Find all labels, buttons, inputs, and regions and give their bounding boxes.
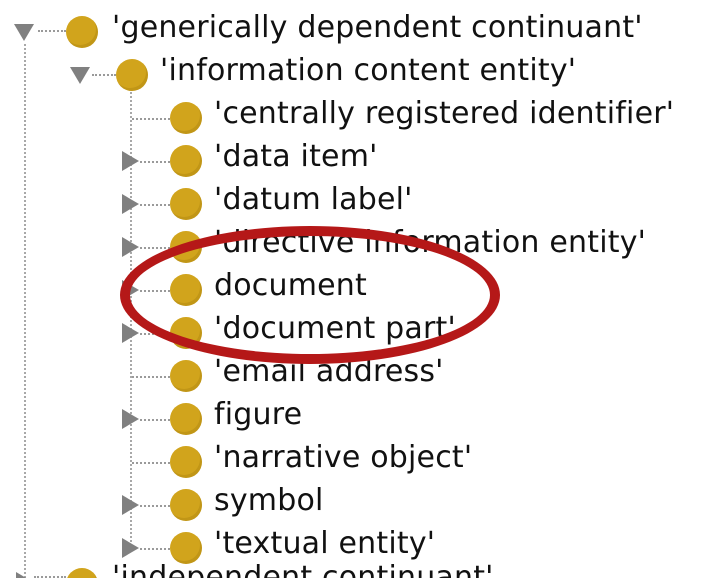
node-label: 'generically dependent continuant' (112, 10, 643, 45)
tree-node-information-content-entity[interactable]: 'information content entity' (0, 51, 721, 91)
node-label: 'document part' (214, 311, 456, 346)
expand-triangle-icon[interactable] (122, 538, 139, 558)
class-icon (170, 145, 202, 177)
node-label: 'datum label' (214, 182, 413, 217)
tree-node-child[interactable]: 'textual entity' (0, 524, 721, 564)
tree-node-child[interactable]: symbol (0, 481, 721, 521)
tree-node-child[interactable]: figure (0, 395, 721, 435)
tree-node-child[interactable]: 'centrally registered identifier' (0, 94, 721, 134)
expand-triangle-icon[interactable] (122, 323, 139, 343)
tree-connector (140, 548, 170, 550)
node-label: figure (214, 397, 303, 432)
tree-node-generically-dependent-continuant[interactable]: 'generically dependent continuant' (0, 7, 721, 48)
tree-node-child[interactable]: 'document part' (0, 309, 721, 349)
tree-connector (140, 204, 170, 206)
tree-connector (140, 161, 170, 163)
class-icon (170, 102, 202, 134)
node-label: 'directive information entity' (214, 225, 647, 260)
class-icon (170, 489, 202, 521)
tree-node-independent-continuant[interactable]: 'independent continuant' (0, 564, 721, 578)
tree-connector (140, 505, 170, 507)
expand-triangle-icon[interactable] (122, 194, 139, 214)
class-icon (170, 360, 202, 392)
class-icon (170, 532, 202, 564)
tree-connector (140, 333, 170, 335)
tree-node-child[interactable]: 'directive information entity' (0, 223, 721, 263)
node-label: 'data item' (214, 139, 378, 174)
collapse-triangle-icon[interactable] (14, 24, 34, 41)
class-hierarchy-tree: 'generically dependent continuant' 'info… (0, 0, 721, 578)
tree-connector (132, 462, 170, 464)
node-label: 'independent continuant' (112, 564, 494, 578)
node-label: 'narrative object' (214, 440, 473, 475)
node-label: 'email address' (214, 354, 444, 389)
node-label: symbol (214, 483, 324, 518)
node-label: 'centrally registered identifier' (214, 96, 675, 131)
tree-connector (140, 247, 170, 249)
node-label: document (214, 268, 367, 303)
class-icon (116, 59, 148, 91)
tree-connector (140, 290, 170, 292)
tree-connector (140, 419, 170, 421)
tree-node-child[interactable]: 'narrative object' (0, 438, 721, 478)
tree-node-child[interactable]: 'datum label' (0, 180, 721, 220)
expand-triangle-icon[interactable] (122, 151, 139, 171)
expand-triangle-icon[interactable] (122, 495, 139, 515)
tree-connector (132, 376, 170, 378)
class-icon (170, 403, 202, 435)
expand-triangle-icon[interactable] (122, 409, 139, 429)
collapse-triangle-icon[interactable] (70, 67, 90, 84)
class-icon (170, 231, 202, 263)
node-label: 'information content entity' (160, 53, 577, 88)
tree-connector (92, 74, 116, 76)
class-icon (170, 274, 202, 306)
class-icon (66, 16, 98, 48)
class-icon (66, 568, 98, 578)
class-icon (170, 446, 202, 478)
tree-connector (132, 118, 170, 120)
expand-triangle-icon[interactable] (122, 237, 139, 257)
tree-node-child-document[interactable]: document (0, 266, 721, 306)
tree-node-child[interactable]: 'data item' (0, 137, 721, 177)
tree-node-child[interactable]: 'email address' (0, 352, 721, 392)
expand-triangle-icon[interactable] (16, 572, 33, 578)
class-icon (170, 188, 202, 220)
class-icon (170, 317, 202, 349)
node-label: 'textual entity' (214, 526, 436, 561)
expand-triangle-icon[interactable] (122, 280, 139, 300)
tree-connector (38, 30, 66, 32)
